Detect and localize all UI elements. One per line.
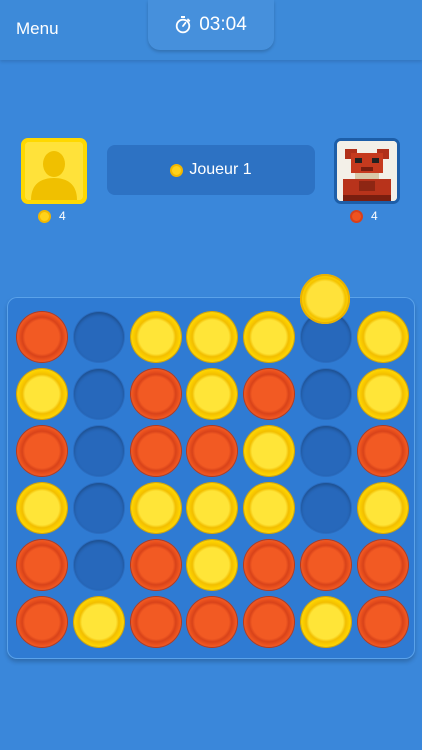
board-cell[interactable] (187, 483, 238, 533)
board-cell[interactable] (357, 540, 408, 590)
board-cell[interactable] (130, 369, 181, 419)
board-cell[interactable] (244, 312, 295, 362)
board-cell[interactable] (244, 369, 295, 419)
board-cell[interactable] (357, 369, 408, 419)
board-cell[interactable] (17, 597, 67, 647)
board-cell[interactable] (357, 312, 408, 362)
board-cell[interactable] (187, 369, 238, 419)
board-cell[interactable] (357, 483, 408, 533)
board-cell[interactable] (301, 426, 351, 476)
board-cell[interactable] (187, 426, 238, 476)
player2-score-value: 4 (371, 209, 378, 223)
board-cell[interactable] (244, 540, 295, 590)
board-cell[interactable] (17, 312, 67, 362)
board-cell[interactable] (17, 426, 67, 476)
board-cell[interactable] (130, 540, 181, 590)
board-cell[interactable] (357, 597, 408, 647)
drop-piece[interactable] (300, 274, 350, 324)
board-cell[interactable] (187, 312, 238, 362)
board-cell[interactable] (73, 369, 124, 419)
board-cell[interactable] (73, 483, 124, 533)
board-cell[interactable] (17, 369, 67, 419)
board-cell[interactable] (244, 483, 295, 533)
red-disc-icon (350, 209, 363, 223)
board-cell[interactable] (130, 483, 181, 533)
turn-label: Joueur 1 (189, 161, 252, 178)
board-cell[interactable] (187, 597, 238, 647)
player1-avatar (21, 138, 87, 204)
board-cell[interactable] (73, 426, 124, 476)
board-cell[interactable] (244, 426, 295, 476)
top-bar: Menu 03:04 (0, 0, 422, 60)
board-cell[interactable] (301, 483, 351, 533)
player2-avatar (334, 138, 400, 204)
robot-avatar-icon (337, 141, 397, 201)
board-cell[interactable] (130, 597, 181, 647)
timer: 03:04 (148, 0, 274, 50)
timer-value: 03:04 (199, 14, 247, 35)
menu-button[interactable]: Menu (16, 19, 59, 39)
turn-color-dot (170, 163, 184, 177)
player1-score: 4 (38, 209, 66, 223)
board-cell[interactable] (130, 426, 181, 476)
board-cell[interactable] (187, 540, 238, 590)
board-cell[interactable] (301, 597, 351, 647)
board-cell[interactable] (301, 540, 351, 590)
board-cell[interactable] (301, 369, 351, 419)
board-cell[interactable] (73, 312, 124, 362)
board-cell[interactable] (357, 426, 408, 476)
stopwatch-icon (176, 16, 191, 34)
yellow-disc-icon (38, 209, 51, 223)
game-board[interactable] (7, 297, 415, 659)
board-cell[interactable] (73, 597, 124, 647)
board-cell[interactable] (17, 483, 67, 533)
player1-score-value: 4 (59, 209, 66, 223)
turn-indicator: Joueur 1 (107, 145, 315, 195)
board-cell[interactable] (130, 312, 181, 362)
person-silhouette-icon (25, 142, 83, 200)
board-cell[interactable] (73, 540, 124, 590)
board-cell[interactable] (244, 597, 295, 647)
board-cell[interactable] (17, 540, 67, 590)
player2-score: 4 (350, 209, 378, 223)
